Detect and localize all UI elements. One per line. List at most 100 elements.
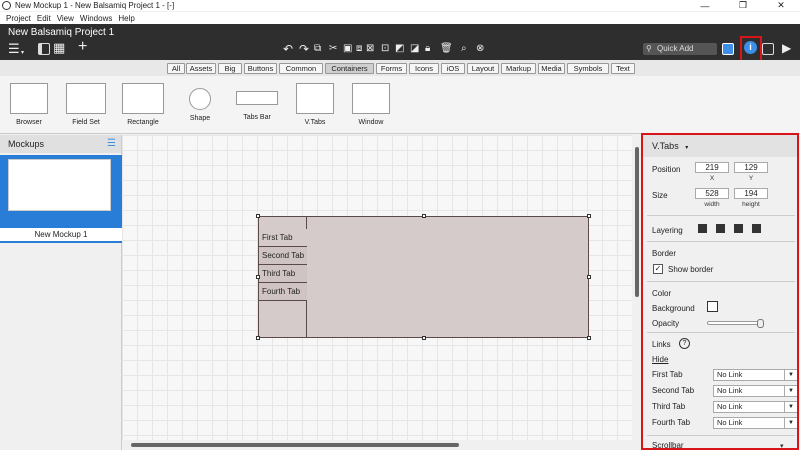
border-label: Border xyxy=(652,249,677,258)
resize-handle[interactable] xyxy=(587,214,591,218)
vtab-first[interactable]: First Tab xyxy=(259,229,307,247)
vtab-third[interactable]: Third Tab xyxy=(259,265,307,283)
delete-icon[interactable]: 🗑︎ xyxy=(440,42,453,56)
rectangle-thumbnail xyxy=(122,83,164,114)
show-border-checkbox[interactable]: ✓ xyxy=(653,264,663,274)
height-field[interactable]: 194 xyxy=(734,188,768,199)
position-x-field[interactable]: 219 xyxy=(695,162,729,173)
notes-icon[interactable] xyxy=(762,43,774,55)
media-panel-icon[interactable] xyxy=(722,43,734,55)
color-label: Color xyxy=(652,289,672,298)
send-backward-icon[interactable] xyxy=(734,224,743,233)
menu-project[interactable]: Project xyxy=(6,14,31,23)
filter-buttons[interactable]: Buttons xyxy=(244,63,277,74)
paste-icon[interactable]: ▣ xyxy=(343,42,352,56)
gallery-item-shape[interactable]: Shape xyxy=(183,83,217,122)
undo-icon[interactable]: ↶ xyxy=(283,42,293,56)
filter-containers[interactable]: Containers xyxy=(325,63,374,74)
ungroup-icon[interactable]: ⊡ xyxy=(381,42,389,56)
position-y-field[interactable]: 129 xyxy=(734,162,768,173)
opacity-slider[interactable] xyxy=(707,321,764,325)
resize-handle[interactable] xyxy=(587,275,591,279)
resize-handle[interactable] xyxy=(422,214,426,218)
width-field[interactable]: 528 xyxy=(695,188,729,199)
link-select-first-tab[interactable]: No Link ▼ xyxy=(713,369,797,381)
gallery-label: Tabs Bar xyxy=(243,114,271,121)
gallery-item-field-set[interactable]: Field Set xyxy=(64,83,108,126)
filter-ios[interactable]: iOS xyxy=(441,63,465,74)
vtab-second[interactable]: Second Tab xyxy=(259,247,307,265)
inspector-scrollbar[interactable] xyxy=(798,135,799,355)
fullscreen-icon[interactable]: ⊗ xyxy=(476,42,484,56)
menu-help[interactable]: Help xyxy=(118,14,134,23)
filter-forms[interactable]: Forms xyxy=(376,63,407,74)
bring-forward-icon[interactable] xyxy=(716,224,725,233)
link-select-fourth-tab[interactable]: No Link ▼ xyxy=(713,417,797,429)
filter-assets[interactable]: Assets xyxy=(186,63,216,74)
minimize-icon[interactable]: — xyxy=(686,0,724,11)
canvas-vertical-scrollbar[interactable] xyxy=(634,135,640,440)
horizontal-scroll-thumb[interactable] xyxy=(131,443,459,447)
help-icon[interactable]: ? xyxy=(679,338,690,349)
background-color-swatch[interactable] xyxy=(707,301,718,312)
resize-handle[interactable] xyxy=(256,336,260,340)
info-icon[interactable]: i xyxy=(744,41,757,54)
canvas-horizontal-scrollbar[interactable] xyxy=(122,440,634,450)
duplicate-icon[interactable]: ⧈ xyxy=(356,42,362,56)
chevron-down-icon[interactable]: ▾ xyxy=(21,46,24,60)
lock-icon[interactable]: 🔒︎ xyxy=(425,42,430,56)
toggle-left-panel-icon[interactable] xyxy=(38,43,50,55)
resize-handle[interactable] xyxy=(256,275,260,279)
gallery-item-rectangle[interactable]: Rectangle xyxy=(120,83,166,126)
filter-media[interactable]: Media xyxy=(538,63,565,74)
menu-edit[interactable]: Edit xyxy=(37,14,51,23)
mockup-thumbnail xyxy=(8,159,111,211)
search-icon[interactable]: ⌕ xyxy=(461,42,467,56)
gallery-item-browser[interactable]: Browser xyxy=(8,83,50,126)
send-backward-icon[interactable]: ◪ xyxy=(410,42,419,56)
hamburger-menu-icon[interactable]: ☰ xyxy=(8,42,20,56)
bring-forward-icon[interactable]: ◩ xyxy=(395,42,404,56)
inspector-header[interactable]: V.Tabs ▾ xyxy=(643,135,797,157)
mockup-card[interactable]: New Mockup 1 xyxy=(0,155,122,243)
filter-big[interactable]: Big xyxy=(218,63,242,74)
grid-view-icon[interactable]: ▦ xyxy=(53,41,65,55)
add-icon[interactable]: + xyxy=(78,39,87,55)
group-icon[interactable]: ⊠ xyxy=(366,42,374,56)
chevron-down-icon: ▼ xyxy=(784,402,797,412)
gallery-item-tabs-bar[interactable]: Tabs Bar xyxy=(234,83,280,121)
resize-handle[interactable] xyxy=(587,336,591,340)
close-icon[interactable]: ✕ xyxy=(762,0,800,11)
field-set-thumbnail xyxy=(66,83,106,114)
bring-to-front-icon[interactable] xyxy=(698,224,707,233)
filter-common[interactable]: Common xyxy=(279,63,323,74)
vertical-scroll-thumb[interactable] xyxy=(635,147,639,297)
hide-links-link[interactable]: Hide xyxy=(652,355,668,364)
filter-layout[interactable]: Layout xyxy=(467,63,499,74)
opacity-slider-knob[interactable] xyxy=(757,319,765,328)
gallery-item-vtabs[interactable]: V.Tabs xyxy=(294,83,336,126)
filter-symbols[interactable]: Symbols xyxy=(567,63,609,74)
link-select-third-tab[interactable]: No Link ▼ xyxy=(713,401,797,413)
menu-view[interactable]: View xyxy=(57,14,74,23)
list-view-icon[interactable]: ☰ xyxy=(107,137,116,151)
restore-icon[interactable]: ❐ xyxy=(724,0,762,11)
filter-markup[interactable]: Markup xyxy=(501,63,536,74)
vtabs-control[interactable]: First Tab Second Tab Third Tab Fourth Ta… xyxy=(258,216,589,338)
link-select-second-tab[interactable]: No Link ▼ xyxy=(713,385,797,397)
menu-windows[interactable]: Windows xyxy=(80,14,112,23)
vtab-fourth[interactable]: Fourth Tab xyxy=(259,283,307,301)
copy-icon[interactable]: ⧉ xyxy=(314,42,321,56)
cut-icon[interactable]: ✂ xyxy=(329,42,337,56)
presentation-play-icon[interactable]: ▶ xyxy=(782,41,791,55)
send-to-back-icon[interactable] xyxy=(752,224,761,233)
resize-handle[interactable] xyxy=(422,336,426,340)
redo-icon[interactable]: ↷ xyxy=(299,42,309,56)
filter-text[interactable]: Text xyxy=(611,63,635,74)
filter-all[interactable]: All xyxy=(167,63,185,74)
resize-handle[interactable] xyxy=(256,214,260,218)
quick-add-input[interactable]: ⚲ Quick Add xyxy=(643,43,717,55)
filter-icons[interactable]: Icons xyxy=(409,63,439,74)
chevron-down-icon[interactable]: ▾ xyxy=(780,440,784,448)
gallery-item-window[interactable]: Window xyxy=(350,83,392,126)
